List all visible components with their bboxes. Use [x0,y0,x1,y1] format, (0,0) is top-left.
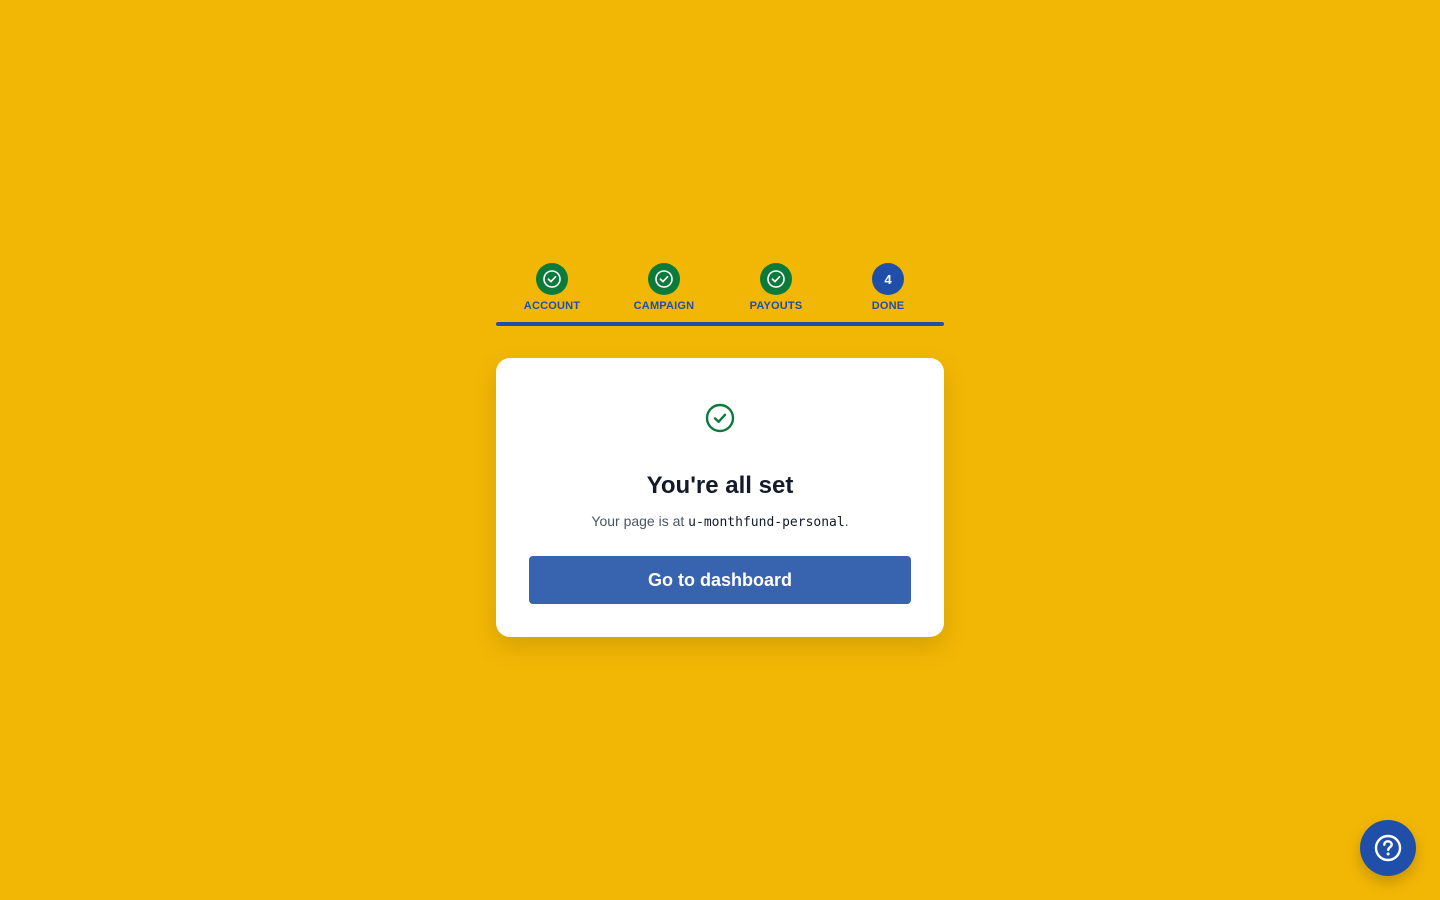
check-circle-icon [705,403,735,433]
step-label: ACCOUNT [523,300,581,312]
step-payouts: PAYOUTS [720,263,832,313]
check-circle-icon [655,270,673,288]
subtitle-suffix: . [844,513,849,529]
check-circle-icon [543,270,561,288]
subtitle-prefix: Your page is at [591,513,689,529]
step-complete-badge [760,263,792,295]
go-to-dashboard-button[interactable]: Go to dashboard [529,556,911,604]
card-subtitle: Your page is at u-monthfund-personal. [496,512,944,532]
step-complete-badge [536,263,568,295]
help-circle-icon [1374,834,1402,862]
step-label: PAYOUTS [749,300,803,312]
step-complete-badge [648,263,680,295]
step-campaign: CAMPAIGN [608,263,720,313]
help-button[interactable] [1360,820,1416,876]
step-label: DONE [871,300,905,312]
step-label: CAMPAIGN [633,300,695,312]
success-card: You're all set Your page is at u-monthfu… [496,358,944,637]
step-number-badge: 4 [872,263,904,295]
check-circle-icon [767,270,785,288]
page-slug: u-monthfund-personal [688,515,845,530]
stepper-progress-bar [496,322,944,326]
progress-stepper: ACCOUNT CAMPAIGN PAYOUTS 4 DONE [496,263,944,326]
card-title: You're all set [646,472,794,499]
stepper-steps: ACCOUNT CAMPAIGN PAYOUTS 4 DONE [496,263,944,313]
step-done: 4 DONE [832,263,944,313]
step-account: ACCOUNT [496,263,608,313]
